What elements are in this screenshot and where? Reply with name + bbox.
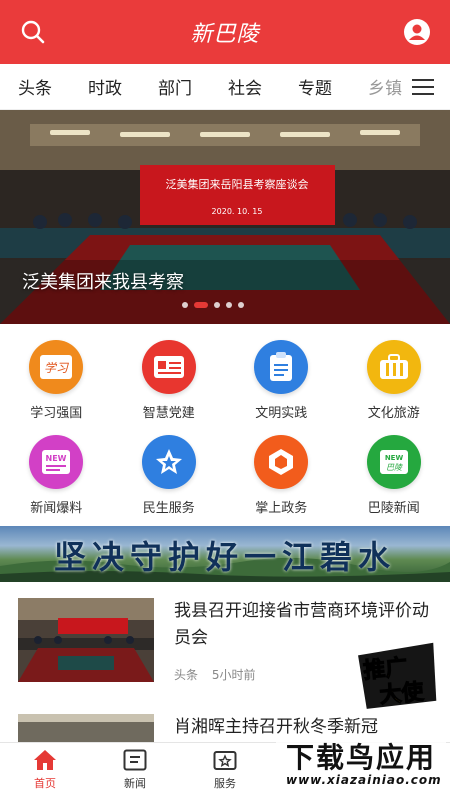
carousel-dots (182, 302, 244, 308)
nav-label: 服务 (214, 777, 236, 790)
service-item-news-tips[interactable]: NEW 新闻爆料 (0, 435, 113, 516)
service-item-baling-news[interactable]: NEW 巴陵 巴陵新闻 (338, 435, 450, 516)
service-label: 民生服务 (142, 501, 195, 516)
service-item-study[interactable]: 学习 学习强国 (0, 340, 113, 421)
news-new-green-icon: NEW 巴陵 (366, 435, 421, 489)
carousel-dot[interactable] (182, 302, 188, 308)
suitcase-icon (366, 340, 421, 394)
headline-banner[interactable]: 泛美集团来岳阳县考察座谈会 2020. 10. 15 泛美集团来我县考察 (0, 110, 450, 324)
carousel-dot[interactable] (226, 302, 232, 308)
menu-icon[interactable] (412, 78, 434, 96)
carousel-dot[interactable] (214, 302, 220, 308)
app-logo: 新巴陵 (190, 22, 260, 47)
service-item-tourism[interactable]: 文化旅游 (338, 340, 450, 421)
nav-service[interactable]: 服务 (180, 743, 270, 800)
banner-caption: 泛美集团来我县考察 (22, 272, 184, 293)
nav-home[interactable]: 首页 (0, 743, 90, 800)
service-icon (213, 751, 237, 770)
banner-sign-title: 泛美集团来岳阳县考察座谈会 (166, 177, 309, 191)
svg-text:学习: 学习 (44, 361, 69, 375)
top-bar: 新巴陵 (0, 0, 450, 64)
home-icon (34, 750, 56, 770)
hexagon-icon (254, 435, 309, 489)
service-label: 学习强国 (30, 406, 83, 421)
carousel-dot-active[interactable] (194, 302, 208, 308)
promo-ambassador-badge[interactable]: 推广 大使 (355, 641, 440, 712)
category-tabs: 头条 时政 部门 社会 专题 乡镇 (0, 64, 450, 110)
news-icon (123, 749, 147, 771)
service-item-livelihood[interactable]: 民生服务 (113, 435, 226, 516)
clipboard-icon (254, 340, 309, 394)
service-label: 新闻爆料 (30, 501, 83, 516)
news-tag: 头条 (174, 668, 199, 682)
star-icon (141, 435, 196, 489)
tab-departments[interactable]: 部门 (140, 74, 210, 99)
service-item-gov-affairs[interactable]: 掌上政务 (225, 435, 338, 516)
svg-text:NEW: NEW (385, 454, 404, 462)
study-icon: 学习 (29, 340, 84, 394)
news-thumbnail (18, 598, 154, 682)
app-screen: 新巴陵 头条 时政 部门 社会 专题 乡镇 泛美集团来岳阳县考察座谈会 2020… (0, 0, 450, 800)
carousel-dot[interactable] (238, 302, 244, 308)
party-card-icon (141, 340, 196, 394)
svg-text:巴陵: 巴陵 (386, 463, 403, 472)
news-time: 5小时前 (211, 668, 256, 682)
news-new-icon: NEW (29, 435, 84, 489)
watermark-url: www.xiazainiao.com (286, 773, 442, 787)
news-thumbnail (18, 714, 154, 744)
user-profile-icon[interactable] (402, 17, 432, 47)
service-label: 文化旅游 (367, 406, 420, 421)
service-label: 掌上政务 (255, 501, 308, 516)
banner-sign-date: 2020. 10. 15 (212, 207, 263, 216)
service-label: 巴陵新闻 (367, 501, 420, 516)
tab-headlines[interactable]: 头条 (0, 74, 70, 99)
tab-towns[interactable]: 乡镇 (350, 74, 420, 99)
slogan-banner[interactable]: 坚决守护好一江碧水 (0, 526, 450, 582)
promo-line2: 大使 (378, 678, 425, 709)
slogan-text: 坚决守护好一江碧水 (53, 538, 396, 576)
tab-society[interactable]: 社会 (210, 74, 280, 99)
service-item-party[interactable]: 智慧党建 (113, 340, 226, 421)
svg-text:NEW: NEW (46, 454, 67, 463)
search-icon[interactable] (18, 17, 48, 47)
tab-politics[interactable]: 时政 (70, 74, 140, 99)
service-item-civilization[interactable]: 文明实践 (225, 340, 338, 421)
watermark: 下载鸟应用 www.xiazainiao.com (276, 736, 446, 792)
nav-news[interactable]: 新闻 (90, 743, 180, 800)
tab-topics[interactable]: 专题 (280, 74, 350, 99)
service-grid: 学习 学习强国 智慧党建 文明实践 文化旅游 NEW 新闻爆料 民生服务 掌上政… (0, 340, 450, 516)
nav-label: 新闻 (124, 777, 146, 790)
nav-label: 首页 (34, 777, 56, 790)
service-label: 智慧党建 (142, 406, 195, 421)
service-label: 文明实践 (255, 406, 308, 421)
watermark-title: 下载鸟应用 (286, 741, 437, 774)
